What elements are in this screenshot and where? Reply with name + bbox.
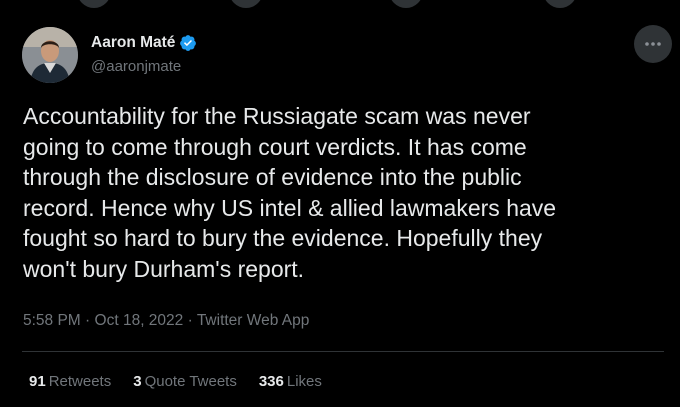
tweet-text: Accountability for the Russiagate scam w… (23, 103, 557, 282)
tweet-stats: 91 Retweets 3 Quote Tweets 336 Likes (29, 372, 344, 392)
verified-badge-icon (180, 35, 197, 51)
more-horizontal-icon (645, 42, 661, 46)
likes-count: 336 (258, 373, 284, 390)
share-icon[interactable] (543, 0, 577, 8)
likes-stat[interactable]: 336 Likes (259, 372, 322, 392)
tweet-source[interactable]: Twitter Web App (197, 312, 310, 329)
author-handle[interactable]: @aaronjmate (91, 57, 197, 77)
more-options-button[interactable] (634, 25, 672, 63)
likes-label: Likes (286, 373, 322, 390)
quote-tweets-stat[interactable]: 3 Quote Tweets (133, 372, 237, 392)
tweet-meta: 5:58 PM · Oct 18, 2022 · Twitter Web App (23, 311, 309, 331)
retweet-icon[interactable] (229, 0, 263, 8)
retweets-stat[interactable]: 91 Retweets (29, 372, 111, 392)
previous-tweet-actions (0, 0, 680, 10)
meta-separator: · (85, 312, 91, 329)
quote-tweets-count: 3 (133, 373, 142, 390)
divider (22, 351, 664, 352)
retweets-count: 91 (29, 373, 46, 390)
tweet-time[interactable]: 5:58 PM (23, 312, 81, 329)
reply-icon[interactable] (77, 0, 111, 8)
avatar[interactable] (22, 27, 78, 83)
tweet-date[interactable]: Oct 18, 2022 (95, 312, 184, 329)
author-name-row[interactable]: Aaron Maté (91, 33, 197, 53)
author-info: Aaron Maté @aaronjmate (91, 33, 197, 77)
quote-tweets-label: Quote Tweets (144, 373, 237, 390)
retweets-label: Retweets (48, 373, 112, 390)
author-display-name[interactable]: Aaron Maté (91, 33, 175, 53)
like-icon[interactable] (389, 0, 423, 8)
meta-separator: · (187, 312, 193, 329)
